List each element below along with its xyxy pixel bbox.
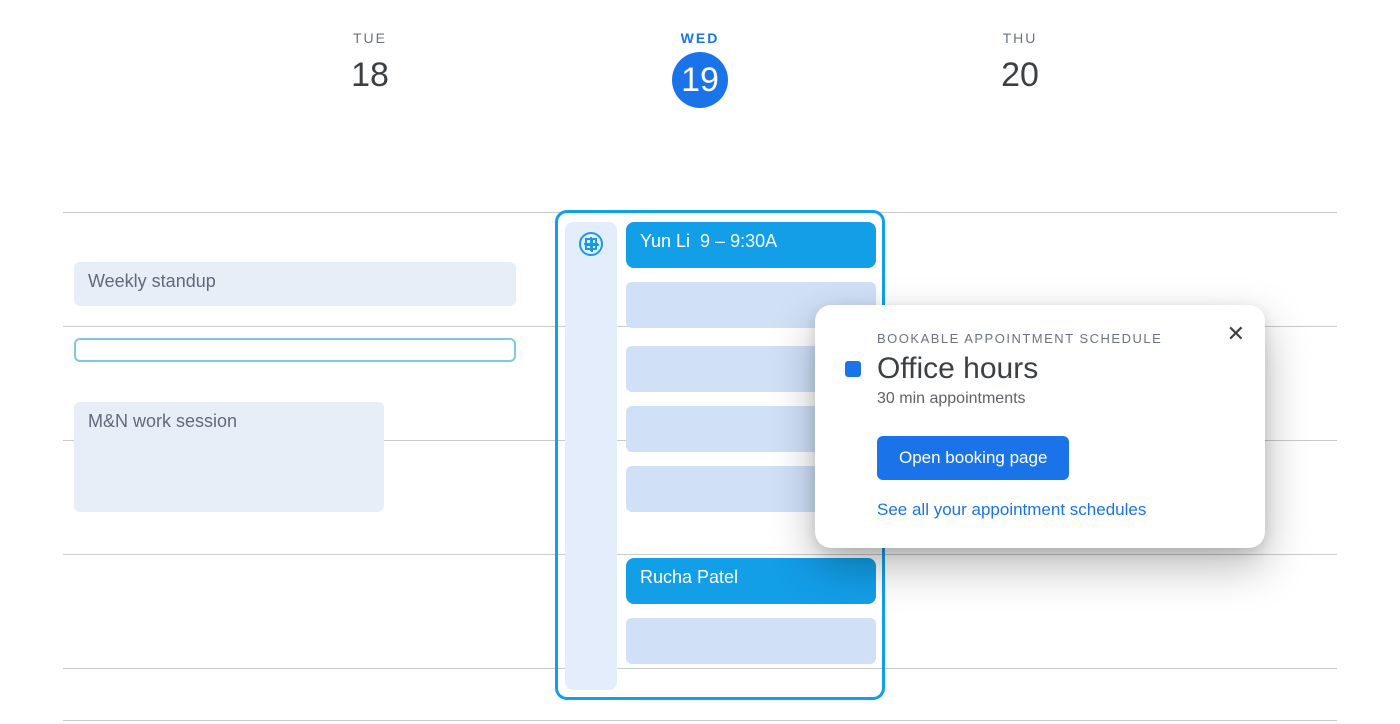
attendee-name: Rucha Patel	[640, 566, 738, 589]
date-number: 20	[920, 56, 1120, 95]
calendar-color-swatch	[845, 361, 861, 377]
attendee-name: Yun Li	[640, 230, 690, 253]
button-label: Open booking page	[899, 448, 1047, 467]
event-title: M&N work session	[88, 410, 237, 433]
popover-subtitle: 30 min appointments	[877, 390, 1235, 408]
popover-overline: BOOKABLE APPOINTMENT SCHEDULE	[877, 331, 1235, 346]
appointment-popover: ✕ BOOKABLE APPOINTMENT SCHEDULE Office h…	[815, 305, 1265, 548]
close-icon: ✕	[1227, 321, 1245, 346]
date-number: 19	[672, 52, 728, 108]
popover-title: Office hours	[877, 352, 1038, 386]
day-header-tue[interactable]: TUE 18	[270, 30, 470, 95]
appointment-grid-icon	[579, 232, 603, 256]
hour-gridline	[63, 720, 1337, 721]
event-standup[interactable]: Weekly standup	[74, 262, 516, 306]
dow-label: THU	[920, 30, 1120, 46]
day-header-thu[interactable]: THU 20	[920, 30, 1120, 95]
slot-empty[interactable]	[626, 618, 876, 664]
event-empty-slot[interactable]	[74, 338, 516, 362]
slot-yun-li[interactable]: Yun Li 9 – 9:30A	[626, 222, 876, 268]
dow-label: WED	[600, 30, 800, 46]
see-all-schedules-link[interactable]: See all your appointment schedules	[877, 500, 1235, 520]
event-work-session[interactable]: M&N work session	[74, 402, 384, 512]
link-label: See all your appointment schedules	[877, 500, 1146, 519]
slot-time: 9 – 9:30A	[700, 230, 777, 253]
event-title: Weekly standup	[88, 270, 216, 293]
appointment-schedule-strip[interactable]	[565, 222, 617, 690]
date-number: 18	[270, 56, 470, 95]
open-booking-page-button[interactable]: Open booking page	[877, 436, 1069, 480]
slot-rucha-patel[interactable]: Rucha Patel	[626, 558, 876, 604]
day-header-wed[interactable]: WED 19	[600, 30, 800, 108]
close-button[interactable]: ✕	[1227, 323, 1245, 345]
dow-label: TUE	[270, 30, 470, 46]
